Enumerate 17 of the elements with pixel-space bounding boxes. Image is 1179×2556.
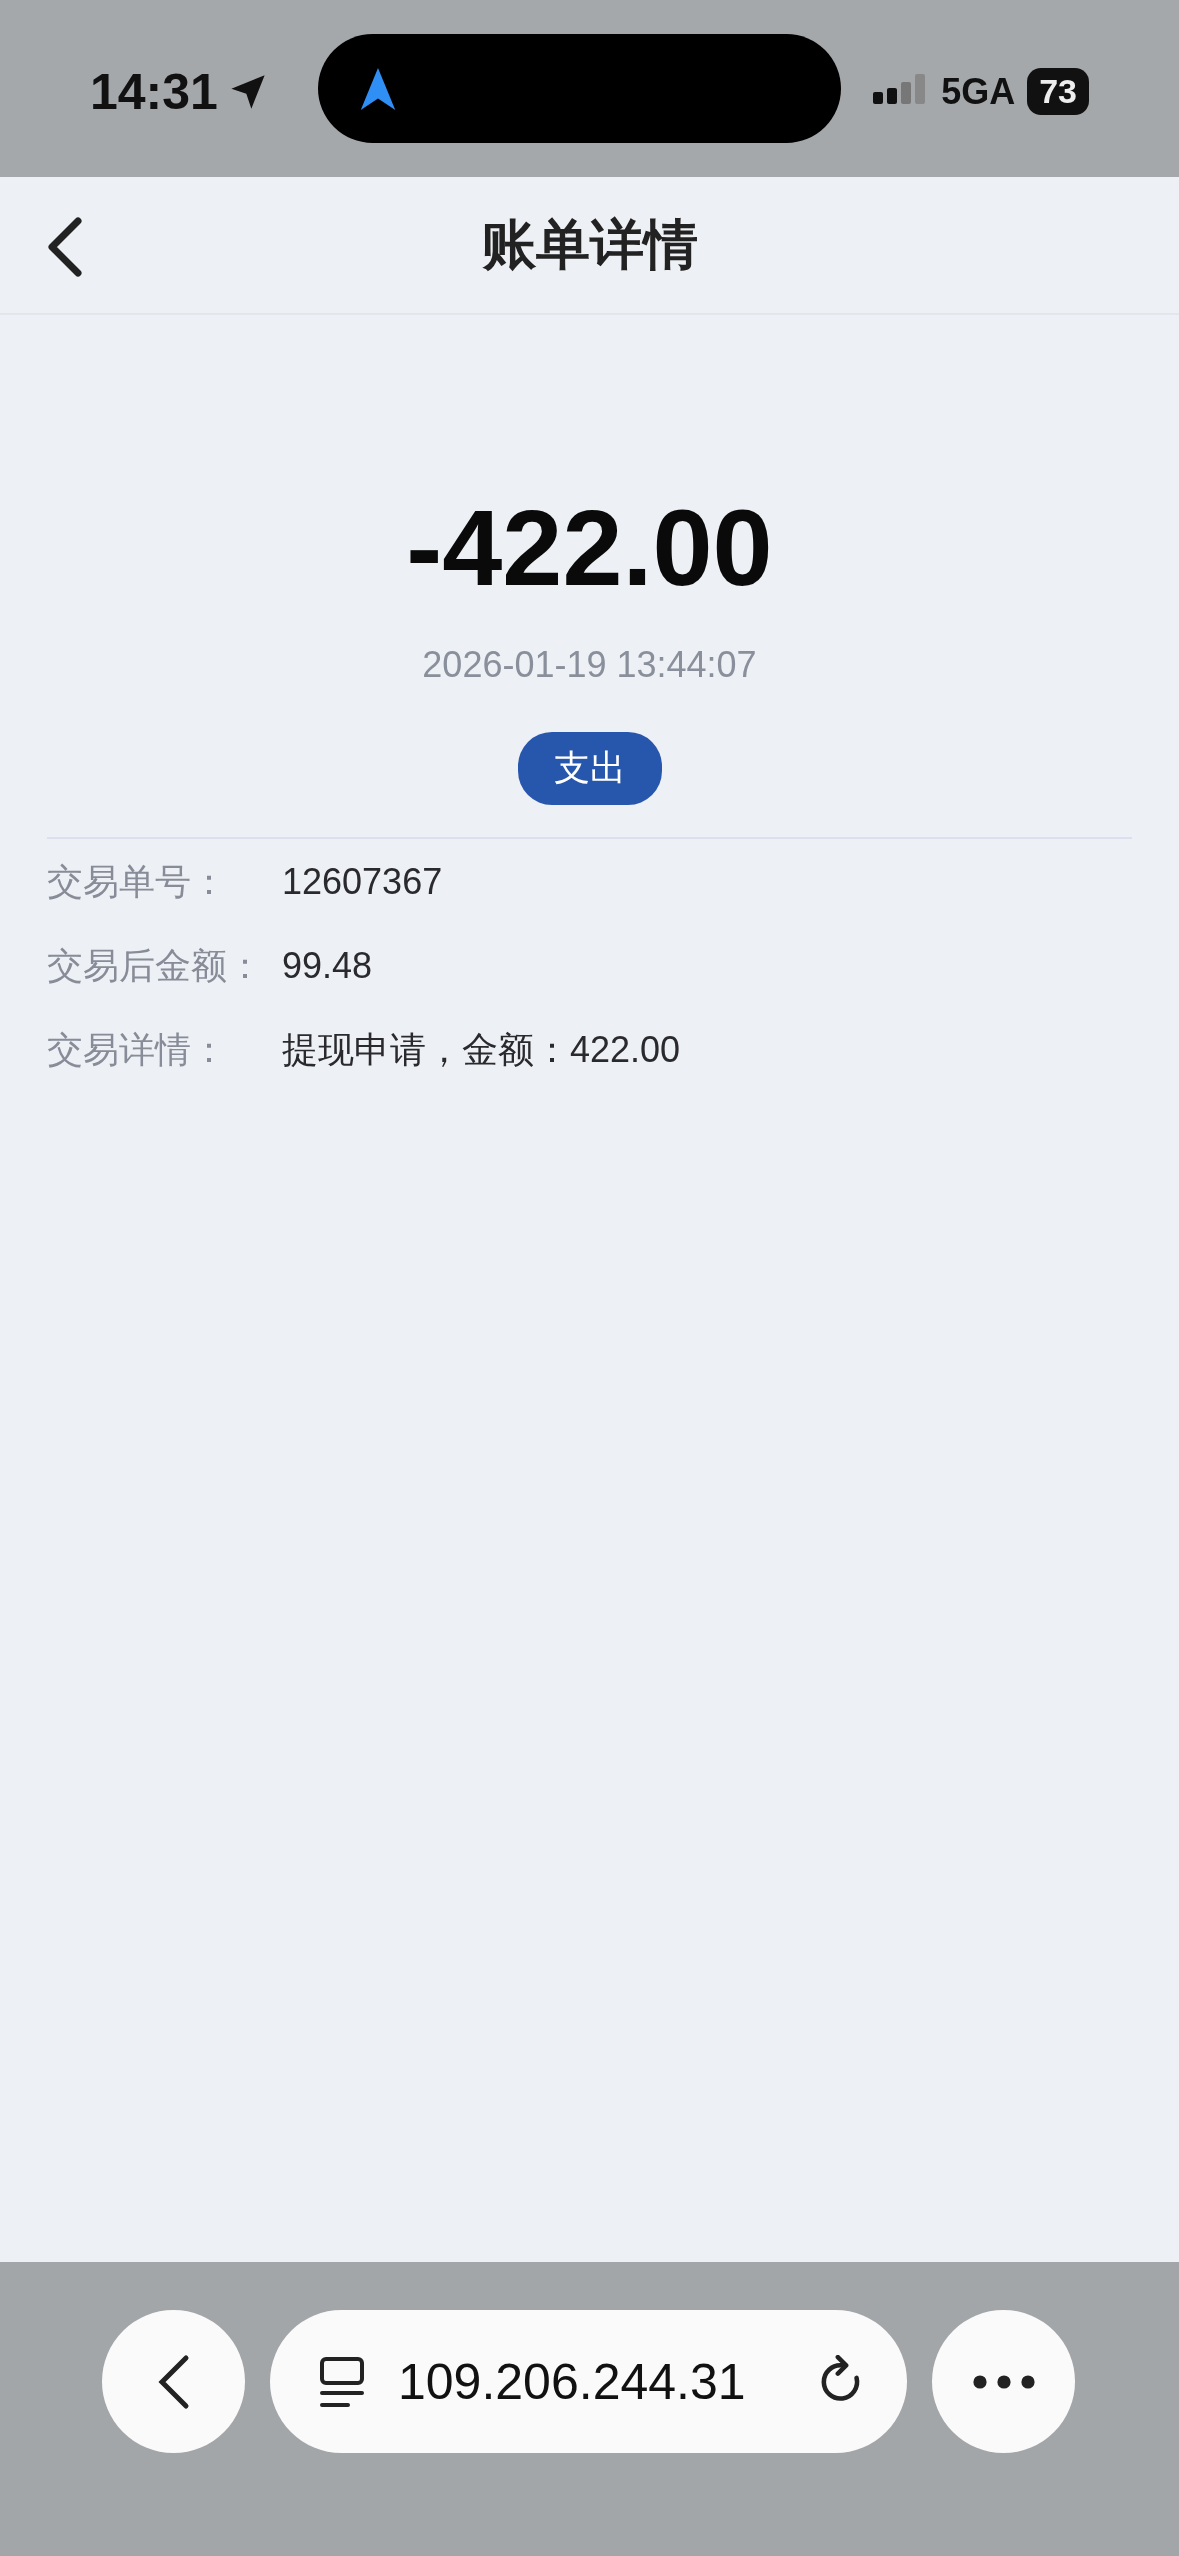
url-text: 109.206.244.31 — [398, 2352, 747, 2411]
detail-value: 12607367 — [282, 860, 443, 904]
detail-value: 99.48 — [282, 944, 373, 988]
network-label: 5GA — [941, 70, 1016, 113]
detail-value: 提现申请，金额：422.00 — [282, 1028, 681, 1072]
address-bar[interactable]: 109.206.244.31 — [270, 2310, 907, 2453]
type-badge: 支出 — [517, 732, 662, 805]
battery-indicator: 73 — [1027, 68, 1089, 115]
detail-label: 交易单号： — [47, 860, 228, 904]
amount: -422.00 — [406, 486, 773, 610]
page-menu-icon — [318, 2354, 366, 2409]
transaction-datetime: 2026-01-19 13:44:07 — [422, 644, 757, 686]
more-icon — [971, 2373, 1036, 2390]
detail-label: 交易详情： — [47, 1028, 228, 1072]
status-time: 14:31 — [90, 62, 218, 121]
page-title: 账单详情 — [481, 212, 698, 276]
detail-label: 交易后金额： — [47, 944, 264, 988]
